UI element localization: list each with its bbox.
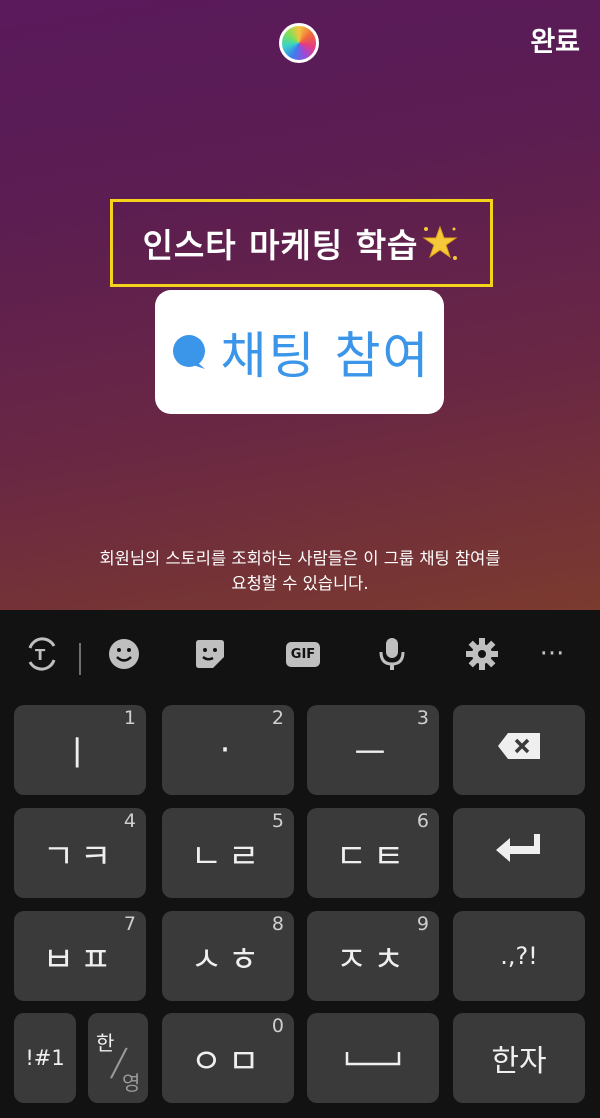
key-r3-c2[interactable]: 8 ㅅㅎ <box>162 911 294 1001</box>
key-label: ㅇㅁ <box>190 1041 266 1082</box>
symbols-key-label: !#1 <box>25 1046 65 1070</box>
key-label: .,?! <box>500 942 538 970</box>
language-toggle-key[interactable]: 한 ╱ 영 <box>88 1013 148 1103</box>
story-title-text[interactable]: 인스타 마케팅 학습 <box>143 219 419 267</box>
done-button[interactable]: 완료 <box>530 20 580 59</box>
hint-line-2: 요청할 수 있습니다. <box>231 574 369 593</box>
key-number: 4 <box>123 810 136 832</box>
sticker-label: 채팅 참여 <box>220 327 431 385</box>
backspace-key[interactable] <box>453 705 585 795</box>
key-number: 0 <box>271 1015 284 1037</box>
key-label <box>496 730 542 770</box>
chat-join-sticker[interactable]: 채팅 참여 <box>155 290 444 414</box>
gif-label: GIF <box>285 641 321 667</box>
hanja-key-label: 한자 <box>491 1044 547 1079</box>
sparkle-star-icon <box>422 225 459 260</box>
key-number: 1 <box>123 707 136 729</box>
enter-key[interactable] <box>453 808 585 898</box>
backspace-icon <box>498 733 540 759</box>
toolbar-divider <box>79 643 81 675</box>
more-label: ··· <box>539 639 565 669</box>
key-r1-c3[interactable]: 3ㅡ <box>307 705 439 795</box>
key-r1-c2[interactable]: 2 · <box>162 705 294 795</box>
emoji-icon[interactable] <box>102 632 146 676</box>
space-key[interactable] <box>307 1013 439 1103</box>
story-text-box[interactable]: 인스타 마케팅 학습 <box>110 199 493 287</box>
key-label <box>494 832 544 875</box>
lang-bottom-label: 영 <box>122 1071 141 1095</box>
key-label: ㅂㅍ <box>42 939 118 980</box>
key-number: 9 <box>416 913 429 935</box>
key-label: ㅈㅊ <box>335 939 411 980</box>
svg-text:T: T <box>35 646 46 664</box>
enter-icon <box>496 833 540 862</box>
hanja-key[interactable]: 한자 <box>453 1013 585 1103</box>
key-label: ㅅㅎ <box>190 939 266 980</box>
key-number: 3 <box>416 707 429 729</box>
key-r3-c3[interactable]: 9 ㅈㅊ <box>307 911 439 1001</box>
more-options-icon[interactable]: ··· <box>530 632 574 676</box>
key-number: 8 <box>271 913 284 935</box>
key-label: ㅡ <box>354 733 392 774</box>
key-label: ㄱㅋ <box>42 836 118 877</box>
keyboard-toolbar: T GIF ··· <box>0 610 600 706</box>
key-r2-c2[interactable]: 5 ㄴㄹ <box>162 808 294 898</box>
symbols-key[interactable]: !#1 <box>14 1013 76 1103</box>
sticker-icon[interactable] <box>188 632 232 676</box>
key-r2-c1[interactable]: 4 ㄱㅋ <box>14 808 146 898</box>
settings-gear-icon[interactable] <box>460 632 504 676</box>
key-0[interactable]: 0 ㅇㅁ <box>162 1013 294 1103</box>
key-label: ㅣ <box>61 733 99 774</box>
text-translate-icon[interactable]: T <box>20 632 64 676</box>
key-r2-c3[interactable]: 6 ㄷㅌ <box>307 808 439 898</box>
microphone-icon[interactable] <box>370 632 414 676</box>
key-r3-c1[interactable]: 7 ㅂㅍ <box>14 911 146 1001</box>
key-number: 7 <box>123 913 136 935</box>
key-label: · <box>219 730 237 770</box>
key-label: ㄴㄹ <box>190 836 266 877</box>
key-r1-c1[interactable]: 1ㅣ <box>14 705 146 795</box>
key-number: 5 <box>271 810 284 832</box>
key-label: ㄷㅌ <box>335 836 411 877</box>
key-number: 2 <box>271 707 284 729</box>
key-r3-c4[interactable]: .,?! <box>453 911 585 1001</box>
space-icon <box>345 1052 401 1066</box>
color-wheel-icon[interactable] <box>279 23 319 63</box>
key-number: 6 <box>416 810 429 832</box>
chat-bubble-icon <box>172 335 205 369</box>
story-canvas[interactable]: 완료 인스타 마케팅 학습 채팅 참여 회원님의 스토리를 조회하는 사람들은 … <box>0 0 600 610</box>
gif-icon[interactable]: GIF <box>281 632 325 676</box>
hint-text: 회원님의 스토리를 조회하는 사람들은 이 그룹 채팅 참여를 요청할 수 있습… <box>0 546 600 596</box>
hint-line-1: 회원님의 스토리를 조회하는 사람들은 이 그룹 채팅 참여를 <box>99 549 501 568</box>
